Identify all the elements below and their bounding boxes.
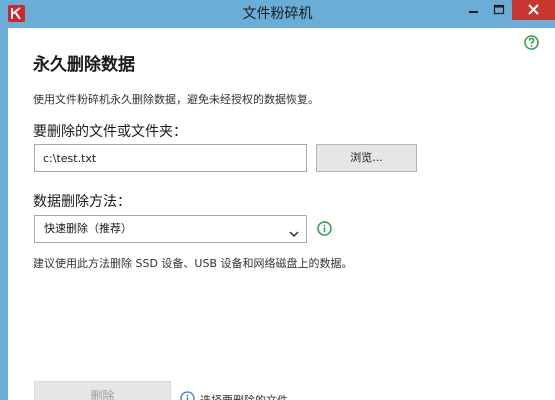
delete-button[interactable]: 删除 [34, 381, 171, 400]
method-label: 数据删除方法： [33, 194, 131, 210]
info-icon [180, 391, 195, 400]
minimize-button[interactable] [460, 0, 486, 20]
main-panel: 永久删除数据 使用文件粉碎机永久删除数据，避免未经授权的数据恢复。 要删除的文件… [8, 28, 555, 400]
maximize-button[interactable] [486, 0, 512, 20]
help-icon[interactable] [524, 35, 539, 50]
method-recommendation: 建议使用此方法删除 SSD 设备、USB 设备和网络磁盘上的数据。 [33, 257, 353, 270]
dropdown-selected-value: 快速删除（推荐） [44, 222, 132, 235]
title-bar[interactable]: 文件粉碎机 [0, 0, 555, 28]
delete-method-dropdown[interactable]: 快速删除（推荐） [34, 215, 307, 243]
files-label: 要删除的文件或文件夹： [33, 124, 187, 140]
browse-button[interactable]: 浏览... [316, 144, 417, 172]
page-description: 使用文件粉碎机永久删除数据，避免未经授权的数据恢复。 [33, 93, 319, 106]
delete-hint-text: 选择要删除的文件 [200, 392, 288, 400]
page-title: 永久删除数据 [33, 55, 135, 75]
close-button[interactable] [512, 0, 555, 20]
chevron-down-icon [288, 224, 300, 238]
app-window: 文件粉碎机 永久删除数据 使用文件粉碎机永久删除数据，避免未经授权的数据恢复。 … [0, 0, 555, 400]
info-icon[interactable] [317, 221, 332, 236]
file-path-input[interactable] [34, 144, 307, 172]
